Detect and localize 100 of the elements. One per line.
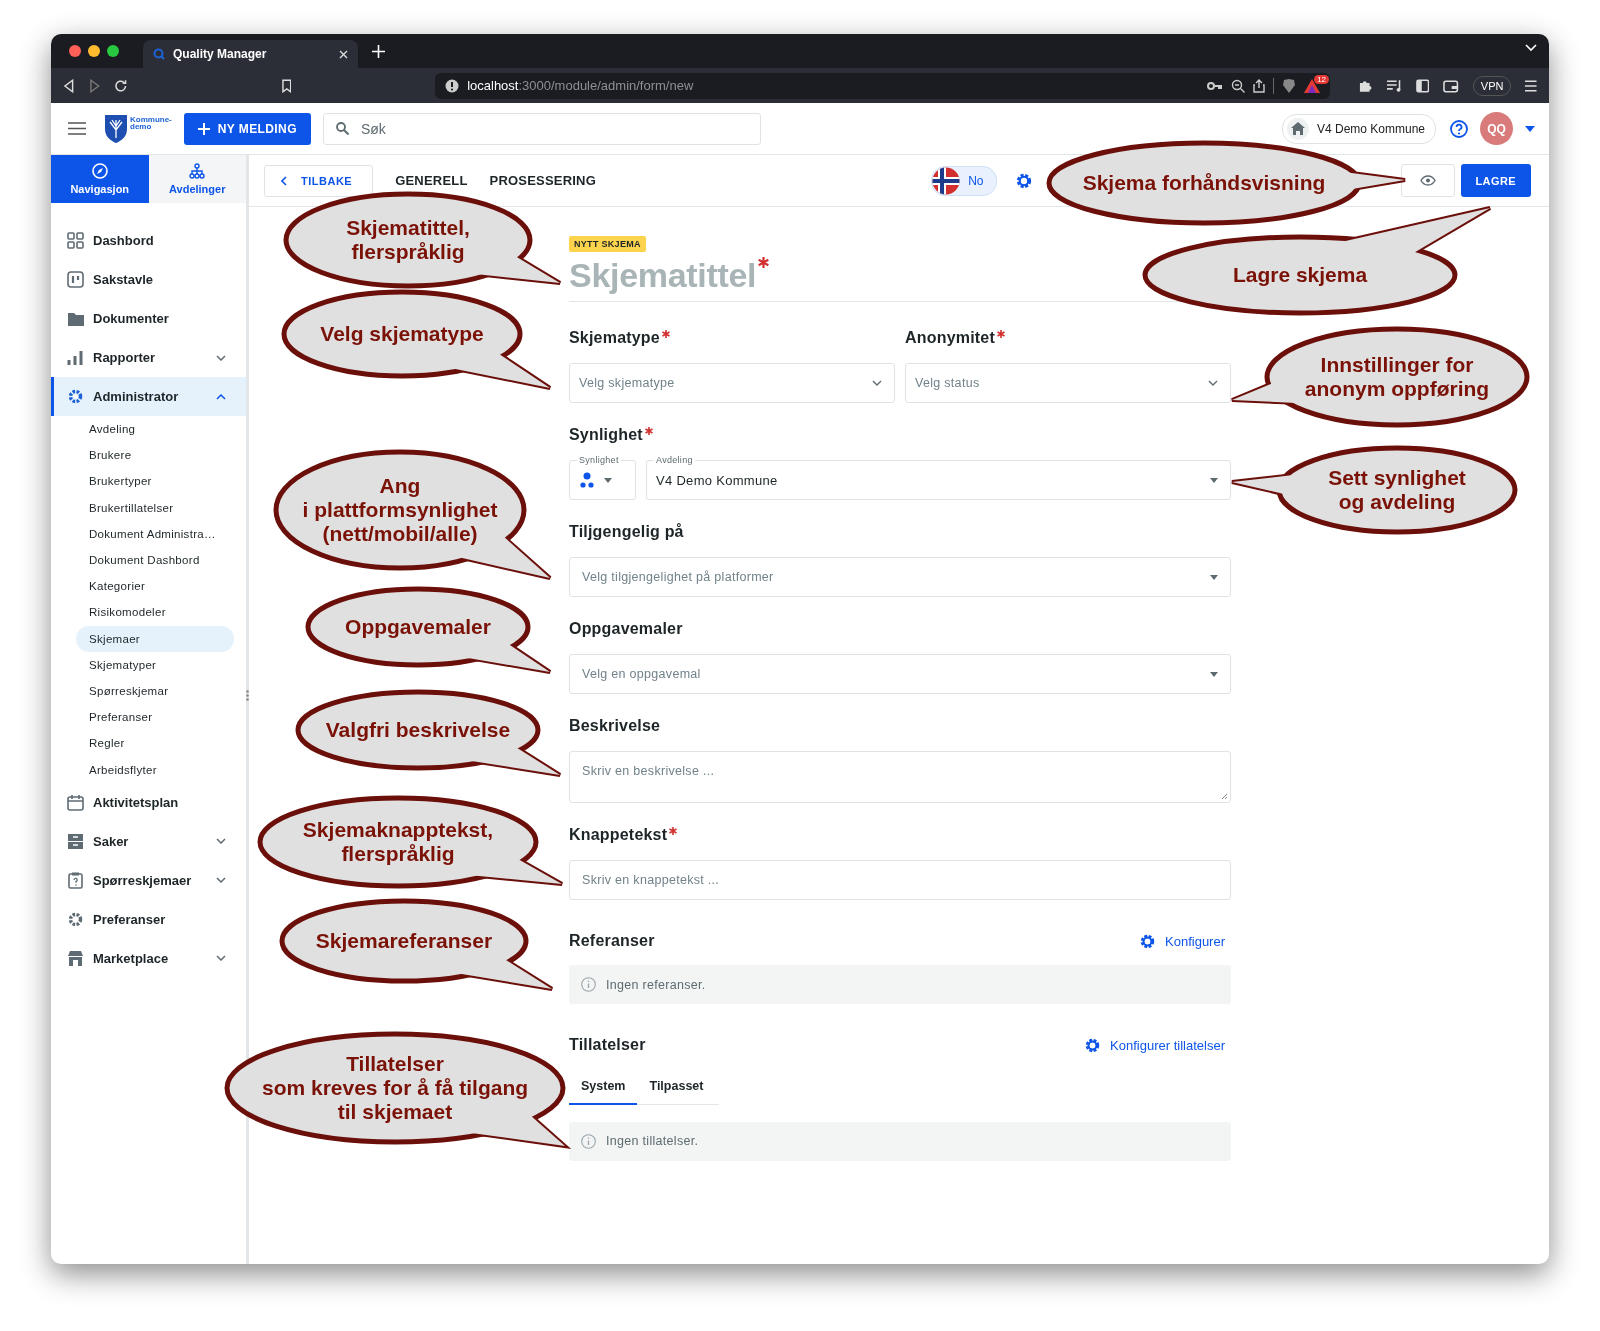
nav-item[interactable]: Dokumenter	[51, 299, 246, 338]
nav-subitem[interactable]: Preferanser	[76, 704, 234, 731]
sidebar-tab[interactable]: Navigasjon	[51, 155, 149, 203]
caret-down-icon[interactable]	[1525, 125, 1535, 132]
required-asterisk-icon	[997, 330, 1005, 338]
nav-subitem[interactable]: Dokument Administra…	[76, 520, 234, 547]
resize-grip-icon[interactable]	[1221, 793, 1228, 800]
bar-chart-icon	[67, 349, 84, 366]
nav-item[interactable]: Preferanser	[51, 899, 246, 939]
configure-link[interactable]: Konfigurer	[1139, 932, 1231, 950]
nav-subitem[interactable]: Spørreskjemar	[76, 677, 234, 705]
back-icon[interactable]	[63, 78, 75, 93]
configure-link[interactable]: Konfigurer tillatelser	[1084, 1036, 1231, 1054]
chevron-down-icon	[1208, 380, 1218, 386]
dashboard-icon	[67, 232, 84, 249]
nav-subitem[interactable]: Skjematyper	[76, 651, 234, 678]
section-link[interactable]: GENERELL	[395, 173, 468, 188]
plus-icon	[197, 122, 210, 135]
field-label: Skjematype	[569, 329, 670, 347]
select-field[interactable]: Velg skjematype	[569, 363, 895, 403]
flag-icon	[932, 166, 961, 195]
forward-icon[interactable]	[88, 78, 101, 93]
select-field[interactable]: Velg tilgjengelighet på platformer	[569, 557, 1231, 597]
settings-icon	[67, 910, 84, 928]
playlist-icon[interactable]	[1386, 79, 1402, 92]
settings-icon[interactable]	[1014, 171, 1033, 190]
field-label: Referanser	[569, 932, 655, 950]
close-tab-icon[interactable]	[339, 49, 348, 59]
text-field[interactable]: Skriv en knappetekst ...	[569, 860, 1231, 900]
nav-subitem[interactable]: Brukertillatelser	[76, 494, 234, 521]
nav-item[interactable]: Dashbord	[51, 221, 246, 260]
callout-text: Oppgavemaler	[345, 615, 491, 639]
calendar-icon	[67, 793, 84, 811]
resize-handle-icon[interactable]	[246, 690, 249, 701]
chevron-up-icon	[216, 393, 226, 400]
field-label: Beskrivelse	[569, 717, 661, 735]
select-field[interactable]: Velg status	[905, 363, 1231, 403]
nav-subitem[interactable]: Avdeling	[76, 416, 234, 443]
callout-text: Lagre skjema	[1232, 263, 1368, 287]
minimize-window-button[interactable]	[88, 45, 100, 57]
chevron-down-icon	[872, 380, 882, 386]
required-asterisk-icon	[661, 330, 670, 338]
menu-icon[interactable]	[68, 122, 86, 135]
address-bar[interactable]: localhost:3000/module/admin/form/new 12	[435, 72, 1331, 99]
nav-subitem[interactable]: Kategorier	[76, 573, 234, 600]
tab[interactable]: Tilpasset	[637, 1069, 716, 1105]
reload-icon[interactable]	[114, 78, 128, 93]
new-message-button[interactable]: NY MELDING	[183, 112, 311, 145]
section-link[interactable]: PROSESSERING	[489, 173, 596, 188]
sidebar-tab[interactable]: Avdelinger	[148, 155, 246, 203]
maximize-window-button[interactable]	[107, 45, 119, 57]
bookmark-icon[interactable]	[281, 78, 292, 93]
preview-button[interactable]	[1400, 164, 1455, 197]
language-selector[interactable]: No	[931, 165, 997, 196]
nav-item[interactable]: Sakstavle	[51, 260, 246, 299]
field-label: Tillatelser	[569, 1036, 646, 1054]
nav-item[interactable]: Marketplace	[51, 938, 246, 978]
chevron-left-icon	[281, 175, 287, 186]
nav-item[interactable]: Rapporter	[51, 338, 246, 377]
description-field[interactable]: Skriv en beskrivelse ...	[569, 751, 1231, 803]
clipboard-question-icon	[67, 871, 84, 889]
callout-text: Skjemareferanser	[315, 929, 493, 953]
back-button[interactable]: TILBAKE	[264, 164, 374, 197]
settings-icon[interactable]	[1139, 932, 1156, 950]
select-field[interactable]: Velg en oppgavemal	[569, 654, 1231, 694]
search-field[interactable]: Søk	[322, 112, 761, 145]
nav-item[interactable]: Saker	[51, 821, 246, 861]
app-favicon-icon	[153, 48, 165, 60]
chevron-down-icon[interactable]	[1525, 44, 1537, 52]
notification-badge: 12	[1314, 74, 1330, 84]
nav-subitem[interactable]: Dokument Dashbord	[76, 546, 234, 574]
close-window-button[interactable]	[69, 45, 81, 57]
required-asterisk-icon	[669, 827, 678, 835]
folder-icon	[67, 310, 84, 327]
zoom-out-icon[interactable]	[1231, 78, 1246, 93]
new-tab-icon[interactable]	[372, 44, 385, 58]
nav-item[interactable]: Administrator	[51, 377, 246, 416]
nav-subitem[interactable]: Regler	[76, 730, 234, 757]
sidebar-icon[interactable]	[1416, 78, 1430, 93]
browser-tab[interactable]: Quality Manager	[143, 40, 358, 68]
nav-subitem[interactable]: Skjemaer	[76, 625, 234, 652]
nav-item[interactable]: Spørreskjemaer	[51, 860, 246, 900]
nav-subitem[interactable]: Arbeidsflyter	[76, 756, 234, 783]
share-icon[interactable]	[1253, 78, 1266, 93]
field-label: Knappetekst	[569, 826, 678, 844]
tab[interactable]: System	[569, 1069, 638, 1105]
key-icon[interactable]	[1207, 80, 1224, 91]
help-icon[interactable]	[1450, 119, 1468, 138]
wallet-icon[interactable]	[1443, 78, 1459, 93]
nav-subitem[interactable]: Risikomodeler	[76, 599, 234, 626]
callout-text: Sett synlighet og avdeling	[1328, 466, 1466, 514]
nav-subitem[interactable]: Brukertyper	[76, 468, 234, 495]
organization-selector[interactable]: V4 Demo Kommune	[1281, 113, 1436, 144]
save-button[interactable]: LAGRE	[1460, 164, 1531, 197]
settings-icon[interactable]	[1084, 1036, 1102, 1054]
callout-text: Skjematittel, flerspråklig	[346, 216, 470, 264]
nav-item[interactable]: Aktivitetsplan	[51, 782, 246, 822]
empty-notice: Ingen tillatelser.	[569, 1121, 1231, 1161]
nav-subitem[interactable]: Brukere	[76, 442, 234, 469]
extensions-icon[interactable]	[1358, 78, 1373, 93]
